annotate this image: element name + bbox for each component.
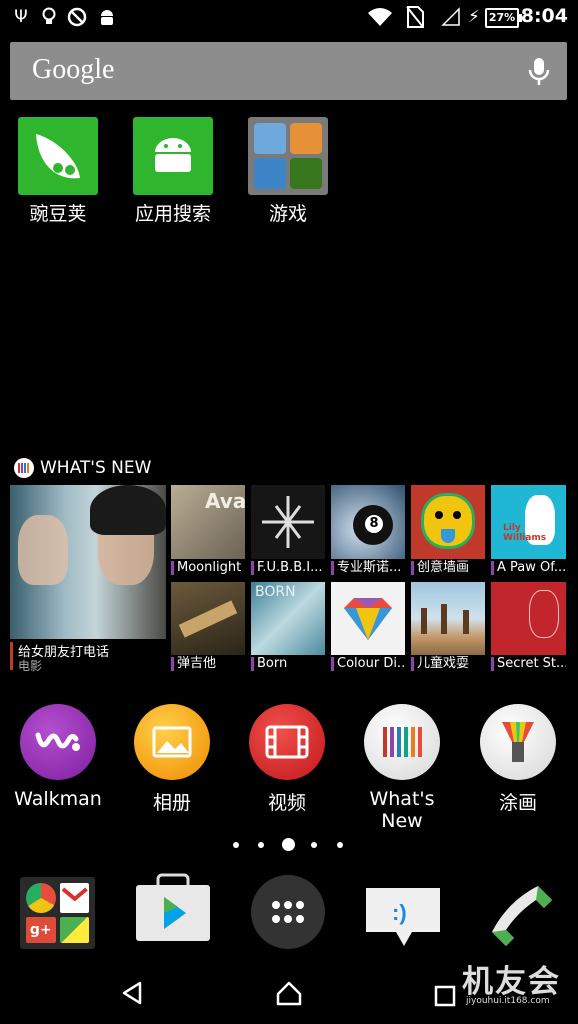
page-dot[interactable] xyxy=(311,842,317,848)
whats-new-tile[interactable]: Secret St... xyxy=(491,582,566,673)
watermark-brand: 机友会 xyxy=(462,964,561,1000)
maps-icon xyxy=(59,916,89,943)
watermark-url: jiyouhui.it168.com xyxy=(466,996,550,1006)
chrome-icon xyxy=(26,883,56,913)
games-folder-icon xyxy=(248,117,328,195)
whats-new-title: WHAT'S NEW xyxy=(40,458,152,478)
album-art xyxy=(411,582,485,655)
app-label: 相册 xyxy=(152,792,191,814)
app-label: Walkman xyxy=(14,788,102,810)
whats-new-tile[interactable]: 弹吉他 xyxy=(171,582,245,673)
game-thumb-icon xyxy=(254,123,286,154)
page-dot[interactable] xyxy=(233,842,239,848)
tile-caption: F.U.B.B.I... xyxy=(251,559,325,577)
video-icon xyxy=(249,704,325,780)
whats-new-tile[interactable]: F.U.B.B.I... xyxy=(251,485,325,577)
app-label: 视频 xyxy=(267,792,306,814)
usb-icon: Ψ xyxy=(14,7,28,27)
whats-new-featured-tile[interactable]: 给女朋友打电话 电影 xyxy=(10,485,166,673)
home-button[interactable] xyxy=(275,980,303,1006)
charging-icon: ⚡ xyxy=(468,7,480,27)
back-button[interactable] xyxy=(120,980,144,1006)
google-folder[interactable]: g+ xyxy=(20,877,95,949)
app-drawer-button[interactable] xyxy=(251,875,325,949)
tile-caption: Secret St... xyxy=(491,655,566,673)
phone-icon[interactable] xyxy=(486,882,556,948)
album-art xyxy=(411,485,485,559)
page-dot[interactable] xyxy=(337,842,343,848)
messaging-icon[interactable]: :) xyxy=(364,886,442,948)
app-folder-games[interactable]: 游戏 xyxy=(238,117,338,226)
paint-icon xyxy=(480,704,556,780)
status-bar: Ψ ⚡ 27% 8:04 xyxy=(0,0,578,36)
android-debug-icon xyxy=(96,6,118,28)
album-art xyxy=(171,582,245,655)
page-dot-active[interactable] xyxy=(282,838,295,851)
whats-new-tile[interactable]: 创意墙画 xyxy=(411,485,485,577)
whats-new-tile[interactable]: BORN Born xyxy=(251,582,325,673)
album-art: 8 xyxy=(331,485,405,559)
whats-new-tile[interactable]: Lily Williams A Paw Of... xyxy=(491,485,566,577)
app-label: 应用搜索 xyxy=(134,203,211,225)
game-thumb-icon xyxy=(254,158,286,189)
featured-image xyxy=(10,485,166,639)
microphone-icon[interactable] xyxy=(525,56,553,86)
tile-caption: Moonlight xyxy=(171,559,245,577)
battery-indicator: 27% xyxy=(485,8,522,28)
album-art xyxy=(251,485,325,559)
whats-new-tile[interactable]: Colour Di... xyxy=(331,582,405,673)
no-sim-icon xyxy=(404,6,426,28)
walkman-icon xyxy=(20,704,96,780)
svg-text::): :) xyxy=(392,900,407,925)
album-art: BORN xyxy=(251,582,325,655)
play-store-icon[interactable] xyxy=(134,873,212,943)
lightbulb-icon xyxy=(38,6,60,28)
google-logo: Google xyxy=(32,54,115,85)
album-art: Lily Williams xyxy=(491,485,566,559)
app-whats-new[interactable]: What's New xyxy=(347,704,457,832)
game-thumb-icon xyxy=(290,123,322,154)
app-label: 豌豆荚 xyxy=(29,203,87,225)
app-label: 涂画 xyxy=(498,792,537,814)
clock: 8:04 xyxy=(520,5,568,27)
game-thumb-icon xyxy=(290,158,322,189)
tile-caption: 创意墙画 xyxy=(411,559,485,577)
album-icon xyxy=(134,704,210,780)
whats-new-tile[interactable]: 儿童戏耍 xyxy=(411,582,485,673)
wifi-icon xyxy=(367,6,393,28)
tile-caption: Born xyxy=(251,655,325,673)
google-search-bar[interactable]: Google xyxy=(10,42,567,100)
tile-caption: 儿童戏耍 xyxy=(411,655,485,673)
gmail-icon xyxy=(59,883,89,913)
page-dot[interactable] xyxy=(258,842,264,848)
app-video[interactable]: 视频 xyxy=(232,704,342,815)
tile-caption: 弹吉他 xyxy=(171,655,245,673)
whats-new-tile[interactable]: Ava Moonlight xyxy=(171,485,245,577)
recent-apps-button[interactable] xyxy=(434,985,456,1007)
google-plus-icon: g+ xyxy=(26,916,56,943)
apps-grid-icon xyxy=(272,901,304,923)
signal-icon xyxy=(440,6,462,28)
album-art xyxy=(331,582,405,655)
album-art: Ava xyxy=(171,485,245,559)
tile-caption: 专业斯诺... xyxy=(331,559,405,577)
whats-new-icon xyxy=(14,458,34,478)
android-icon xyxy=(133,117,213,195)
whats-new-app-icon xyxy=(364,704,440,780)
whats-new-tile[interactable]: 8 专业斯诺... xyxy=(331,485,405,577)
album-art xyxy=(491,582,566,655)
tile-caption: A Paw Of... xyxy=(491,559,566,577)
app-label: What's New xyxy=(369,788,435,832)
whats-new-header[interactable]: WHAT'S NEW xyxy=(14,456,151,480)
app-paint[interactable]: 涂画 xyxy=(463,704,573,815)
app-label: 游戏 xyxy=(268,203,307,225)
featured-subtitle: 电影 xyxy=(18,659,43,673)
wandoujia-icon xyxy=(18,117,98,195)
app-app-search[interactable]: 应用搜索 xyxy=(123,117,223,226)
app-album[interactable]: 相册 xyxy=(117,704,227,815)
app-wandoujia[interactable]: 豌豆荚 xyxy=(8,117,108,226)
app-walkman[interactable]: Walkman xyxy=(3,704,113,810)
no-sync-icon xyxy=(66,6,88,28)
tile-caption: Colour Di... xyxy=(331,655,405,673)
